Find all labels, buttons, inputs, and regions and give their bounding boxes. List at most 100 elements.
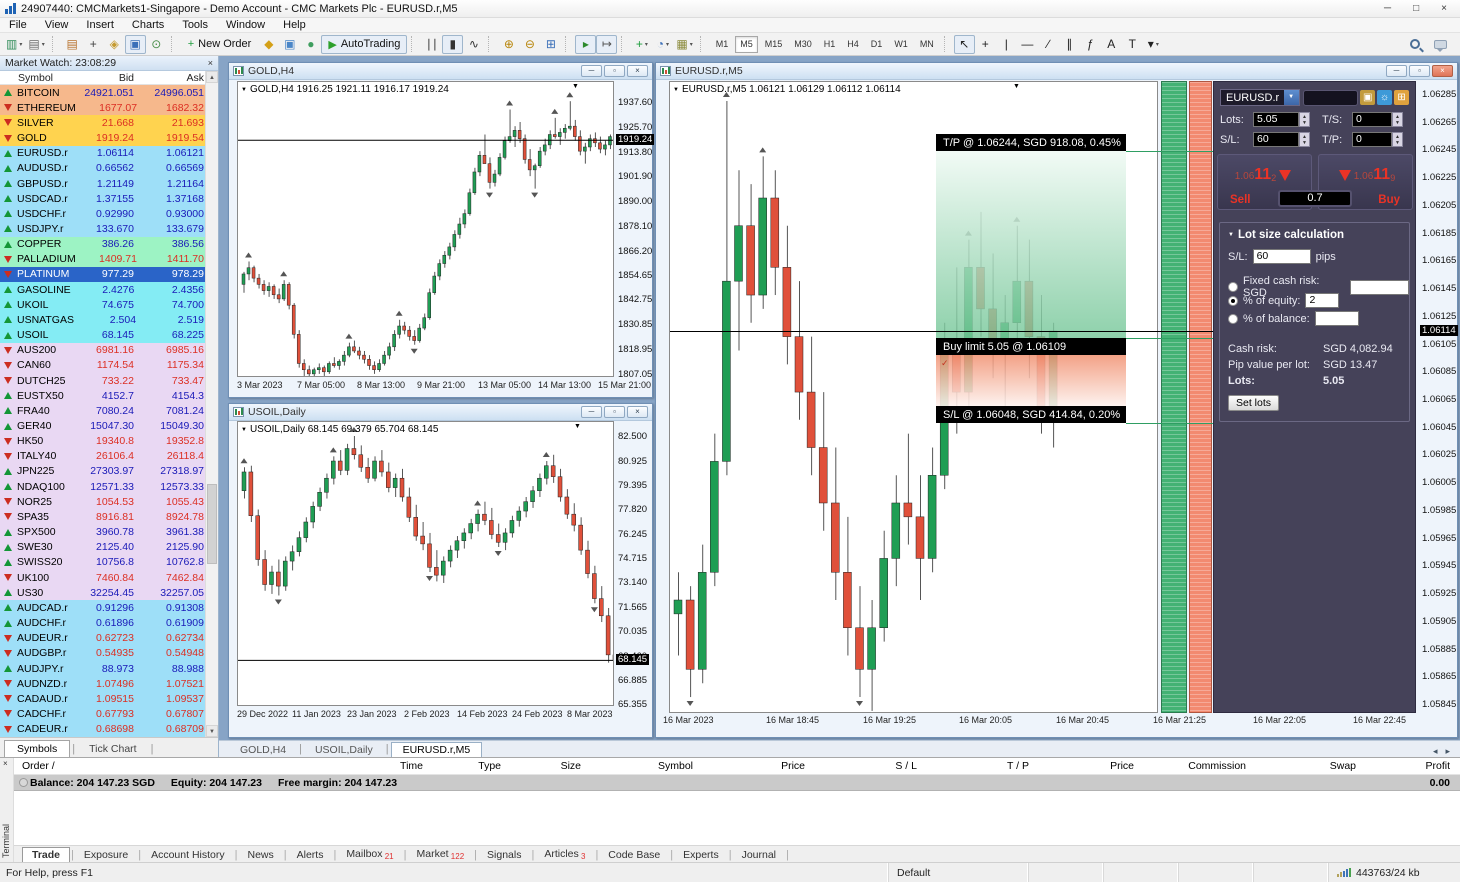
market-watch-row-gasoline[interactable]: GASOLINE2.42762.4356 — [0, 282, 218, 297]
market-watch-row-audjpy-r[interactable]: AUDJPY.r88.97388.988 — [0, 661, 218, 676]
market-watch-row-audusd-r[interactable]: AUDUSD.r0.665620.66569 — [0, 161, 218, 176]
radio-icon[interactable] — [1228, 282, 1238, 292]
column-symbol[interactable]: Symbol — [0, 72, 70, 84]
autotrading-button[interactable]: ▶AutoTrading — [321, 35, 407, 54]
market-watch-row-ndaq100[interactable]: NDAQ10012571.3312573.33 — [0, 479, 218, 494]
terminal-tab-signals[interactable]: Signals — [478, 848, 530, 862]
chart-ohlc-header[interactable]: ▼EURUSD.r,M5 1.06121 1.06129 1.06112 1.0… — [673, 84, 901, 95]
market-watch-row-cadeur-r[interactable]: CADEUR.r0.686980.68709 — [0, 722, 218, 737]
zoom-in-button[interactable]: ⊕ — [498, 35, 519, 54]
market-watch-row-jpn225[interactable]: JPN22527303.9727318.97 — [0, 464, 218, 479]
lots-stepper[interactable]: ▲▼ — [1299, 112, 1310, 127]
lot-calc-title[interactable]: ▼Lot size calculation — [1228, 229, 1344, 241]
strategy-tester-button[interactable]: ⊙ — [146, 35, 167, 54]
terminal-tab-experts[interactable]: Experts — [674, 848, 728, 862]
market-watch-row-gold[interactable]: GOLD1919.241919.54 — [0, 130, 218, 145]
take-profit-label[interactable]: T/P @ 1.06244, SGD 918.08, 0.45% — [936, 134, 1126, 151]
close-icon[interactable]: × — [627, 65, 648, 77]
terminal-column-s-l[interactable]: S / L — [811, 760, 923, 772]
title-bar[interactable]: 24907440: CMCMarkets1-Singapore - Demo A… — [0, 0, 1460, 18]
terminal-column-price[interactable]: Price — [699, 760, 811, 772]
settings-icon[interactable]: ☼ — [1377, 90, 1392, 105]
timeframe-h1[interactable]: H1 — [819, 36, 841, 53]
terminal-column-t-p[interactable]: T / P — [923, 760, 1035, 772]
tile-windows-button[interactable]: ⊞ — [540, 35, 561, 54]
market-watch-row-usdchf-r[interactable]: USDCHF.r0.929900.93000 — [0, 206, 218, 221]
market-watch-row-cadaud-r[interactable]: CADAUD.r1.095151.09537 — [0, 691, 218, 706]
market-watch-row-ethereum[interactable]: ETHEREUM1677.071682.32 — [0, 100, 218, 115]
market-watch-row-usdjpy-r[interactable]: USDJPY.r133.670133.679 — [0, 221, 218, 236]
terminal-column-commission[interactable]: Commission — [1140, 760, 1252, 772]
data-window-button[interactable]: + — [83, 35, 104, 54]
column-ask[interactable]: Ask — [134, 72, 204, 84]
terminal-column-profit[interactable]: Profit — [1362, 760, 1460, 772]
market-watch-row-can60[interactable]: CAN601174.541175.34 — [0, 358, 218, 373]
minimize-icon[interactable]: ─ — [581, 406, 602, 418]
indicators-button[interactable]: +▾ — [631, 35, 652, 54]
radio-selected-icon[interactable] — [1228, 296, 1238, 306]
text-button[interactable]: A — [1101, 35, 1122, 54]
chart-window-titlebar[interactable]: USOIL,Daily ─ ▫ × — [229, 404, 652, 421]
menu-tools[interactable]: Tools — [173, 18, 217, 33]
terminal-tab-trade[interactable]: Trade — [22, 847, 70, 862]
market-watch-row-swiss20[interactable]: SWISS2010756.810762.8 — [0, 555, 218, 570]
chart-ohlc-header[interactable]: ▼GOLD,H4 1916.25 1921.11 1916.17 1919.24 — [241, 84, 449, 95]
search-icon[interactable] — [1410, 39, 1420, 49]
risk-option-input[interactable] — [1315, 311, 1359, 326]
scrollbar[interactable]: ▲ ▼ — [205, 71, 218, 737]
market-watch-row-silver[interactable]: SILVER21.66821.693 — [0, 115, 218, 130]
scroll-left-icon[interactable]: ◂ — [1433, 746, 1438, 757]
terminal-tab-code-base[interactable]: Code Base — [599, 848, 669, 862]
tp-line[interactable] — [1126, 151, 1213, 152]
menu-window[interactable]: Window — [217, 18, 274, 33]
chart-plot[interactable] — [237, 81, 614, 377]
text-label-button[interactable]: T — [1122, 35, 1143, 54]
auto-scroll-button[interactable]: ▸ — [575, 35, 596, 54]
symbol-select[interactable]: EURUSD.r ▼ — [1220, 89, 1300, 106]
market-watch-row-fra40[interactable]: FRA407080.247081.24 — [0, 403, 218, 418]
terminal-tab-mailbox[interactable]: Mailbox 21 — [337, 847, 402, 862]
market-watch-row-us30[interactable]: US3032254.4532257.05 — [0, 585, 218, 600]
chart-shift-button[interactable]: ↦ — [596, 35, 617, 54]
market-watch-row-audchf-r[interactable]: AUDCHF.r0.618960.61909 — [0, 615, 218, 630]
terminal-column-size[interactable]: Size — [507, 760, 587, 772]
timeframe-m5[interactable]: M5 — [735, 36, 758, 53]
close-icon[interactable]: × — [3, 759, 8, 768]
market-watch-row-platinum[interactable]: PLATINUM977.29978.29 — [0, 267, 218, 282]
terminal-column-type[interactable]: Type — [429, 760, 507, 772]
timeframe-mn[interactable]: MN — [915, 36, 939, 53]
market-watch-row-ukoil[interactable]: UKOIL74.67574.700 — [0, 297, 218, 312]
sl-pips-input[interactable]: 60 — [1253, 249, 1311, 264]
lots-input[interactable]: 5.05 — [1253, 112, 1299, 127]
cursor-button[interactable]: ↖ — [954, 35, 975, 54]
timeframe-m15[interactable]: M15 — [760, 36, 788, 53]
market-watch-row-copper[interactable]: COPPER386.26386.56 — [0, 237, 218, 252]
scrollbar-thumb[interactable] — [207, 484, 217, 564]
market-watch-row-ger40[interactable]: GER4015047.3015049.30 — [0, 418, 218, 433]
radio-icon[interactable] — [1228, 314, 1238, 324]
periods-button[interactable]: ◔▾ — [652, 35, 673, 54]
bar-chart-button[interactable]: ∣∣ — [421, 35, 442, 54]
stop-loss-input[interactable]: 60 — [1253, 132, 1299, 147]
market-watch-row-cadchf-r[interactable]: CADCHF.r0.677930.67807 — [0, 706, 218, 721]
timeframe-m1[interactable]: M1 — [711, 36, 734, 53]
market-watch-row-bitcoin[interactable]: BITCOIN24921.05124996.051 — [0, 85, 218, 100]
new-order-button[interactable]: +New Order — [181, 35, 259, 54]
menu-help[interactable]: Help — [274, 18, 315, 33]
market-watch-row-palladium[interactable]: PALLADIUM1409.711411.70 — [0, 252, 218, 267]
entry-line[interactable] — [1126, 338, 1213, 339]
terminal-tab-news[interactable]: News — [238, 848, 282, 862]
take-profit-input[interactable]: 0 — [1352, 132, 1392, 147]
menu-charts[interactable]: Charts — [123, 18, 173, 33]
arrows-button[interactable]: ▾▾ — [1143, 35, 1164, 54]
trendline-button[interactable]: ∕ — [1038, 35, 1059, 54]
market-watch-row-usdcad-r[interactable]: USDCAD.r1.371551.37168 — [0, 191, 218, 206]
market-watch-row-audnzd-r[interactable]: AUDNZD.r1.074961.07521 — [0, 676, 218, 691]
terminal-tab-articles[interactable]: Articles 3 — [535, 847, 594, 862]
take-profit-stepper[interactable]: ▲▼ — [1392, 132, 1403, 147]
profile-cell[interactable]: Default — [888, 863, 1028, 882]
trailing-stop-stepper[interactable]: ▲▼ — [1392, 112, 1403, 127]
sl-line[interactable] — [1126, 423, 1213, 424]
risk-option-2[interactable]: % of balance: — [1228, 311, 1359, 326]
market-watch-header[interactable]: Market Watch: 23:08:29 × — [0, 56, 218, 71]
